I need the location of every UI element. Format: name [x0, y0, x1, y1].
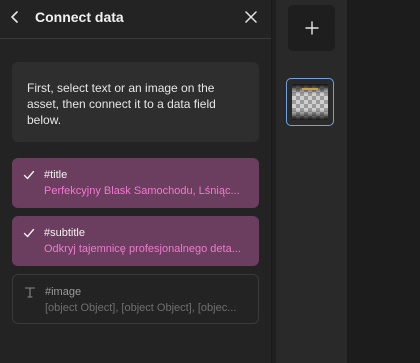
field-name: #image: [45, 286, 82, 298]
thumbnail-preview: [292, 84, 328, 120]
add-page-button[interactable]: [288, 5, 335, 51]
page-thumbnail[interactable]: [286, 78, 334, 126]
panel-header: Connect data: [0, 0, 271, 39]
info-box: First, select text or an image on the as…: [12, 62, 259, 142]
back-button[interactable]: [6, 8, 24, 26]
plus-icon: [304, 21, 319, 35]
connect-data-panel: Connect data First, select text or an im…: [0, 0, 272, 363]
pages-rail: [276, 0, 347, 363]
close-button[interactable]: [241, 7, 261, 27]
close-icon: [245, 11, 257, 23]
field-value: [object Object], [object Object], [objec…: [45, 302, 237, 314]
field-value: Perfekcyjny Blask Samochodu, Lśniąc...: [44, 185, 240, 197]
data-field-subtitle[interactable]: #subtitle Odkryj tajemnicę profesjonalne…: [12, 216, 259, 266]
chevron-left-icon: [11, 11, 18, 23]
field-name: #title: [44, 169, 68, 181]
field-name: #subtitle: [44, 227, 85, 239]
check-icon: [22, 168, 36, 182]
thumbnail-accent: [302, 88, 318, 90]
field-value: Odkryj tajemnicę profesjonalnego deta...: [44, 243, 241, 255]
text-type-icon: [23, 285, 37, 299]
data-field-title[interactable]: #title Perfekcyjny Blask Samochodu, Lśni…: [12, 158, 259, 208]
info-text: First, select text or an image on the as…: [27, 81, 216, 127]
check-icon: [22, 226, 36, 240]
data-field-image[interactable]: #image [object Object], [object Object],…: [12, 274, 259, 324]
panel-title: Connect data: [35, 9, 124, 25]
canvas-area: [347, 0, 420, 363]
